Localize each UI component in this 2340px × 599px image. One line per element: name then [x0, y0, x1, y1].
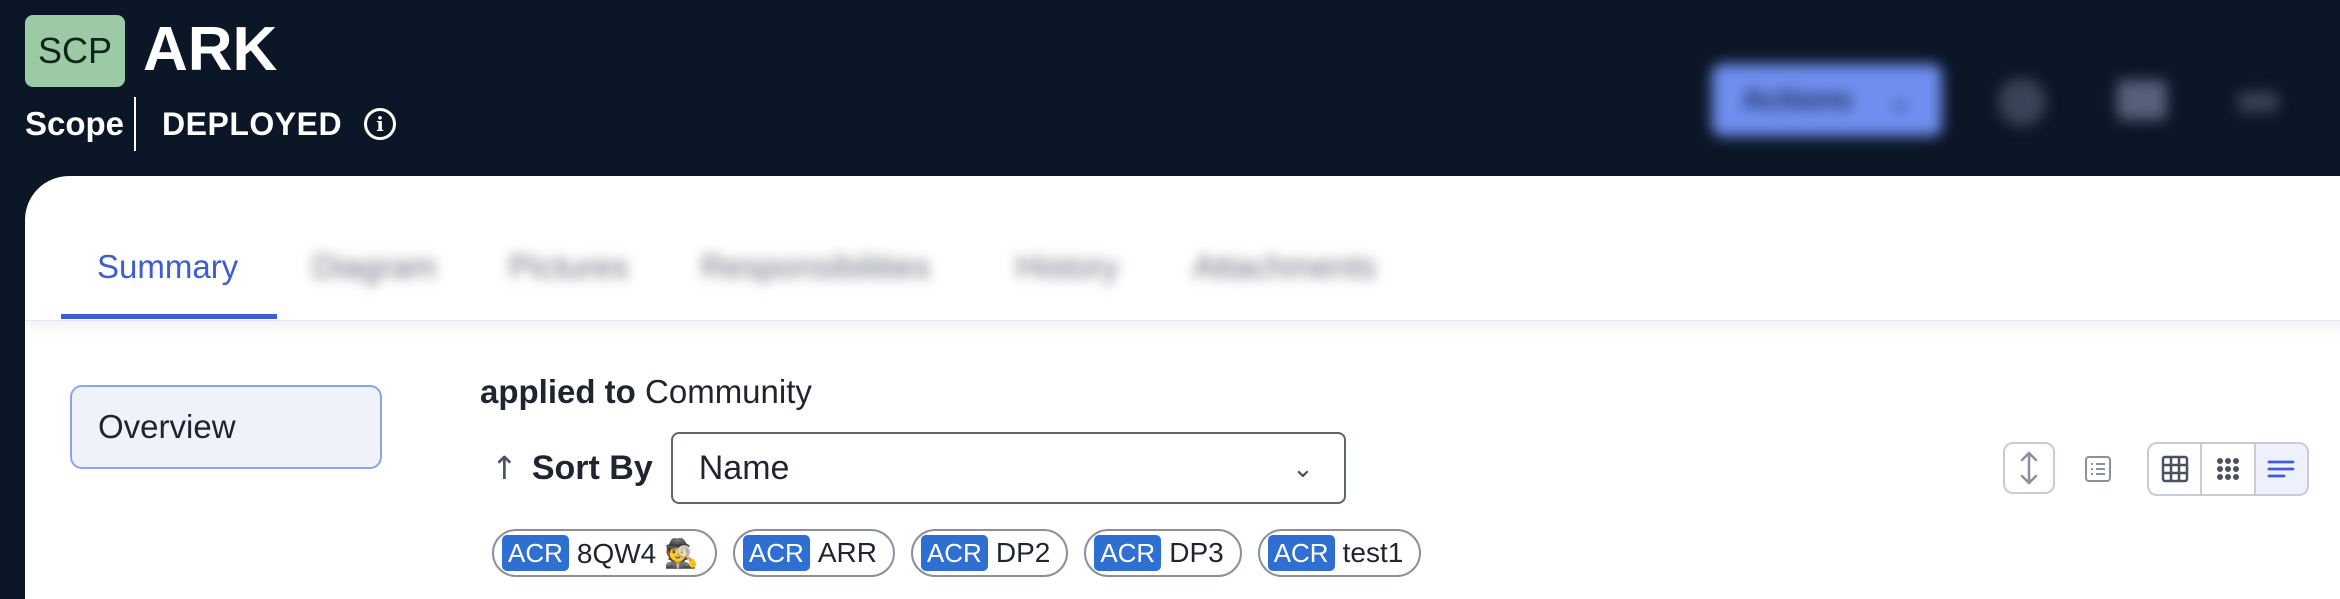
lines-icon-svg: [2267, 460, 2295, 478]
list-icon-svg: [2085, 456, 2111, 482]
tab-diagram[interactable]: Diagram: [312, 248, 437, 286]
tab-responsibilities[interactable]: Responsibilities: [701, 248, 930, 286]
sort-direction-icon[interactable]: ↑: [491, 449, 518, 487]
sort-select-value: Name: [698, 448, 790, 487]
more-icon[interactable]: [2238, 92, 2278, 112]
expand-vertical-icon[interactable]: [2003, 442, 2055, 494]
applied-to-value: Community: [645, 373, 812, 410]
dots-grid-icon-svg: [2216, 458, 2239, 480]
tag-label: DP3: [1169, 537, 1224, 568]
tab-pictures[interactable]: Pictures: [509, 248, 628, 286]
chat-icon[interactable]: [2117, 80, 2167, 120]
tag-chip[interactable]: ACR ARR: [732, 529, 895, 577]
tab-bar: Summary Diagram Pictures Responsibilitie…: [25, 176, 2340, 321]
sort-by-label: Sort By: [531, 448, 653, 487]
actions-button[interactable]: Actions ⌄: [1712, 64, 1942, 136]
tag-prefix: ACR: [920, 535, 988, 571]
scope-row: Scope DEPLOYED i: [25, 96, 397, 152]
active-tab-indicator: [61, 314, 277, 319]
tag-label: ARR: [817, 537, 877, 568]
tab-history[interactable]: History: [1016, 248, 1119, 286]
view-mode-toggle: [2147, 442, 2309, 496]
tag-prefix: ACR: [1094, 535, 1162, 571]
user-icon[interactable]: [1998, 78, 2046, 126]
grid-icon-svg: [2161, 455, 2188, 483]
dots-grid-icon[interactable]: [2202, 444, 2256, 494]
tag-chip[interactable]: ACR DP3: [1084, 529, 1242, 577]
status-badge: DEPLOYED: [162, 105, 343, 142]
tag-prefix: ACR: [502, 535, 569, 571]
lines-icon[interactable]: [2255, 444, 2307, 494]
tag-label: DP2: [995, 537, 1051, 568]
sort-controls: ↑ Sort By Name ⌄: [491, 432, 1346, 504]
tag-chip[interactable]: ACR DP2: [910, 529, 1069, 577]
tag-chip[interactable]: ACR 8QW4 🕵️: [492, 529, 717, 577]
chevron-down-icon: ⌄: [1886, 83, 1912, 117]
applied-to-text: applied to Community: [480, 373, 812, 411]
object-type-badge: SCP: [25, 15, 125, 87]
page-title: ARK: [143, 15, 278, 84]
actions-button-label: Actions: [1742, 83, 1853, 116]
tag-label: 8QW4 🕵️: [576, 537, 699, 569]
sidebar-item-label: Overview: [98, 408, 236, 445]
tab-attachments[interactable]: Attachments: [1193, 248, 1376, 286]
chevron-down-icon: ⌄: [1291, 452, 1314, 483]
grid-icon[interactable]: [2149, 444, 2203, 494]
tag-chip[interactable]: ACR test1: [1257, 529, 1422, 577]
list-icon[interactable]: [2072, 443, 2124, 495]
tag-label: test1: [1342, 537, 1404, 568]
scope-divider: [134, 97, 137, 151]
tag-prefix: ACR: [742, 535, 810, 571]
sidebar-item-overview[interactable]: Overview: [70, 385, 382, 469]
scope-label: Scope: [25, 105, 125, 142]
expand-vertical-icon-svg: [2020, 451, 2038, 485]
applied-to-label: applied to: [480, 373, 636, 410]
applied-tags: ACR 8QW4 🕵️ ACR ARR ACR DP2 ACR DP3 ACR …: [492, 529, 1422, 577]
tag-prefix: ACR: [1267, 535, 1335, 571]
sort-select[interactable]: Name ⌄: [670, 432, 1346, 504]
info-icon[interactable]: i: [364, 108, 397, 140]
tab-summary[interactable]: Summary: [97, 248, 238, 286]
content-panel: Summary Diagram Pictures Responsibilitie…: [25, 176, 2340, 599]
